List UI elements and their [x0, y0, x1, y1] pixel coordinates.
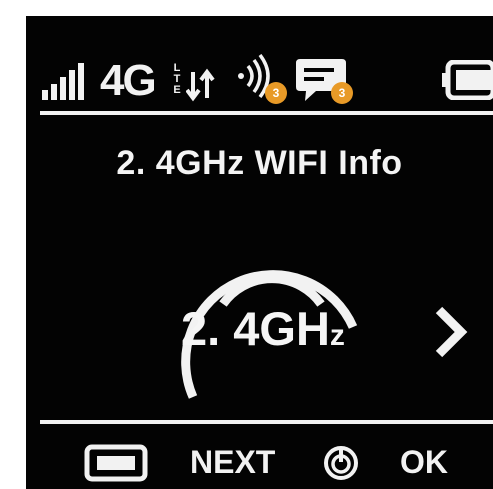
message-badge: 3: [331, 82, 353, 104]
wifi-badge: 3: [265, 82, 287, 104]
status-bar: 4G LTE 3 3: [26, 16, 493, 116]
chevron-right-icon[interactable]: [431, 302, 471, 362]
wifi-badge-count: 3: [272, 86, 280, 100]
next-button[interactable]: NEXT: [190, 444, 275, 481]
band-label: 2. 4GHz: [181, 301, 345, 356]
device-screen: 4G LTE 3 3 2. 4GHz WIFI Info 2. 4GHz NEX…: [26, 16, 493, 489]
menu-key-icon[interactable]: [84, 444, 148, 482]
bottom-divider: [40, 420, 493, 424]
message-badge-count: 3: [338, 86, 346, 100]
band-label-main: 2. 4GH: [181, 302, 330, 355]
top-divider: [40, 111, 493, 115]
4g-lte-icon: 4G LTE: [100, 56, 200, 105]
softkey-bar: NEXT OK: [26, 436, 493, 486]
network-type: 4G: [100, 56, 157, 105]
data-transfer-icon: [186, 68, 215, 102]
signal-strength-icon: [42, 63, 84, 100]
band-label-sub: z: [329, 319, 345, 352]
battery-icon: [442, 60, 493, 100]
network-subtype: LTE: [171, 62, 183, 95]
ok-button[interactable]: OK: [400, 444, 448, 481]
power-icon[interactable]: [323, 445, 359, 481]
page-title: 2. 4GHz WIFI Info: [116, 144, 403, 182]
